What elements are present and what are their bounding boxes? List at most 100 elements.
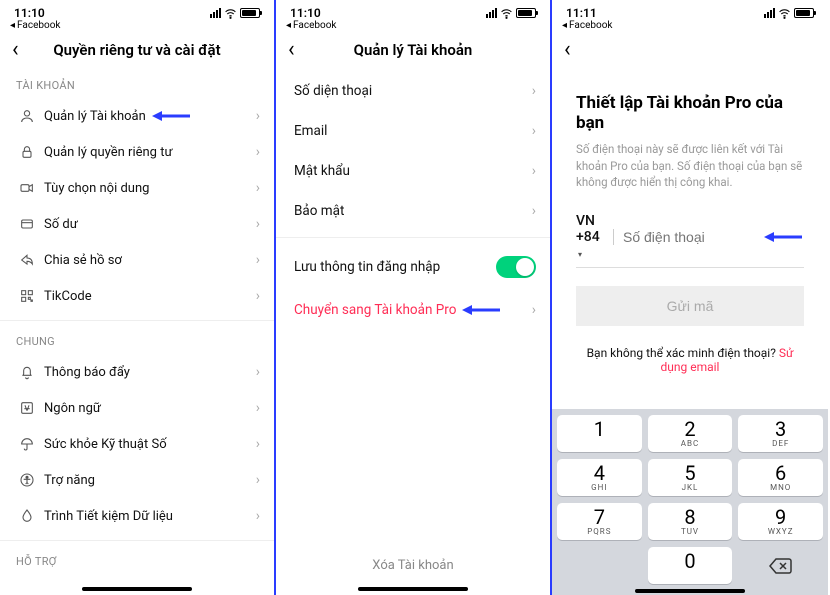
row-label: Số dư	[38, 217, 256, 232]
key-9[interactable]: 9WXYZ	[738, 503, 823, 540]
row-label: Chuyển sang Tài khoản Pro	[294, 302, 532, 318]
row-content-preferences[interactable]: Tùy chọn nội dung ›	[0, 170, 274, 206]
home-indicator[interactable]	[358, 587, 468, 591]
chevron-right-icon: ›	[256, 400, 260, 416]
row-label: TikCode	[38, 289, 256, 304]
key-0[interactable]: 0.	[648, 547, 733, 584]
row-label: Sức khỏe Kỹ thuật Số	[38, 437, 256, 452]
chevron-right-icon: ›	[532, 163, 536, 179]
row-tikcode[interactable]: TikCode ›	[0, 278, 274, 314]
key-backspace[interactable]	[738, 547, 823, 584]
lock-icon	[16, 144, 38, 160]
row-email[interactable]: Email›	[276, 111, 550, 151]
row-balance[interactable]: Số dư ›	[0, 206, 274, 242]
wifi-icon	[224, 7, 237, 20]
status-time: 11:11	[566, 6, 597, 20]
home-indicator[interactable]	[635, 589, 745, 593]
row-label: Tùy chọn nội dung	[38, 181, 256, 196]
page-description: Số điện thoại này sẽ được liên kết với T…	[576, 141, 804, 191]
back-to-app[interactable]: Facebook	[552, 20, 828, 33]
chevron-right-icon: ›	[256, 288, 260, 304]
hint-arrow-icon	[152, 109, 192, 123]
row-language[interactable]: Ngôn ngữ ›	[0, 390, 274, 426]
chevron-right-icon: ›	[532, 302, 536, 318]
cell-signal-icon	[210, 8, 221, 18]
share-icon	[16, 252, 38, 268]
chevron-right-icon: ›	[256, 436, 260, 452]
row-label: Quản lý quyền riêng tư	[38, 145, 256, 160]
key-6[interactable]: 6MNO	[738, 459, 823, 496]
row-phone-number[interactable]: Số diện thoại›	[276, 71, 550, 111]
send-code-button[interactable]: Gửi mã	[576, 286, 804, 326]
key-2[interactable]: 2ABC	[648, 415, 733, 452]
row-digital-wellbeing[interactable]: Sức khỏe Kỹ thuật Số ›	[0, 426, 274, 462]
chevron-right-icon: ›	[532, 203, 536, 219]
row-security[interactable]: Bảo mật›	[276, 191, 550, 231]
battery-icon	[794, 8, 814, 18]
row-label: Quản lý Tài khoản	[38, 109, 256, 124]
back-to-app[interactable]: Facebook	[0, 20, 274, 33]
screen-manage-account: 11:10 Facebook ‹ Quản lý Tài khoản Số di…	[276, 0, 552, 595]
hint-arrow-icon	[462, 303, 502, 317]
chevron-right-icon: ›	[256, 364, 260, 380]
back-button[interactable]: ‹	[564, 39, 571, 61]
status-bar: 11:10	[0, 0, 274, 20]
backspace-icon	[769, 557, 793, 575]
nav-bar: ‹	[552, 33, 828, 71]
key-8[interactable]: 8TUV	[648, 503, 733, 540]
battery-icon	[240, 8, 260, 18]
section-label-support: HỖ TRỢ	[0, 547, 274, 574]
country-code-selector[interactable]: VN +84 ▾	[576, 213, 603, 261]
chevron-right-icon: ›	[256, 216, 260, 232]
status-time: 11:10	[290, 6, 321, 20]
chevron-down-icon: ▾	[578, 250, 582, 259]
bell-icon	[16, 364, 38, 380]
nav-bar: ‹ Quyền riêng tư và cài đặt	[0, 33, 274, 71]
cell-signal-icon	[764, 8, 775, 18]
wifi-icon	[778, 7, 791, 20]
wifi-icon	[500, 7, 513, 20]
row-label: Lưu thông tin đăng nhập	[294, 259, 496, 275]
screen-setup-pro: 11:11 Facebook ‹ Thiết lập Tài khoản Pro…	[552, 0, 828, 595]
language-icon	[16, 400, 38, 416]
hint-arrow-icon	[764, 230, 804, 244]
row-label: Chia sẻ hồ sơ	[38, 253, 256, 268]
accessibility-icon	[16, 472, 38, 488]
chevron-right-icon: ›	[256, 508, 260, 524]
drop-icon	[16, 508, 38, 524]
row-share-profile[interactable]: Chia sẻ hồ sơ ›	[0, 242, 274, 278]
delete-account-button[interactable]: Xóa Tài khoản	[276, 558, 550, 573]
row-privacy[interactable]: Quản lý quyền riêng tư ›	[0, 134, 274, 170]
back-to-app[interactable]: Facebook	[276, 20, 550, 33]
cell-signal-icon	[486, 8, 497, 18]
home-indicator[interactable]	[82, 587, 192, 591]
row-label: Email	[294, 123, 532, 139]
key-3[interactable]: 3DEF	[738, 415, 823, 452]
user-icon	[16, 108, 38, 124]
numeric-keypad: 1 2ABC 3DEF 4GHI 5JKL 6MNO 7PQRS 8TUV 9W…	[552, 409, 828, 595]
key-5[interactable]: 5JKL	[648, 459, 733, 496]
row-password[interactable]: Mật khẩu›	[276, 151, 550, 191]
key-1[interactable]: 1	[557, 415, 642, 452]
row-manage-account[interactable]: Quản lý Tài khoản ›	[0, 98, 274, 134]
row-data-saver[interactable]: Trình Tiết kiệm Dữ liệu ›	[0, 498, 274, 534]
chevron-right-icon: ›	[256, 252, 260, 268]
toggle-save-login[interactable]	[496, 256, 536, 278]
row-label: Số diện thoại	[294, 83, 532, 99]
status-time: 11:10	[14, 6, 45, 20]
chevron-right-icon: ›	[256, 108, 260, 124]
nav-bar: ‹ Quản lý Tài khoản	[276, 33, 550, 71]
chevron-right-icon: ›	[532, 83, 536, 99]
chevron-right-icon: ›	[532, 123, 536, 139]
row-label: Mật khẩu	[294, 163, 532, 179]
row-switch-pro[interactable]: Chuyển sang Tài khoản Pro ›	[276, 290, 550, 330]
key-7[interactable]: 7PQRS	[557, 503, 642, 540]
status-bar: 11:10	[276, 0, 550, 20]
row-accessibility[interactable]: Trợ năng ›	[0, 462, 274, 498]
row-push-notifications[interactable]: Thông báo đẩy ›	[0, 354, 274, 390]
key-4[interactable]: 4GHI	[557, 459, 642, 496]
row-save-login[interactable]: Lưu thông tin đăng nhập	[276, 244, 550, 290]
row-label: Ngôn ngữ	[38, 401, 256, 416]
chevron-right-icon: ›	[256, 144, 260, 160]
screen-privacy-settings: 11:10 Facebook ‹ Quyền riêng tư và cài đ…	[0, 0, 276, 595]
